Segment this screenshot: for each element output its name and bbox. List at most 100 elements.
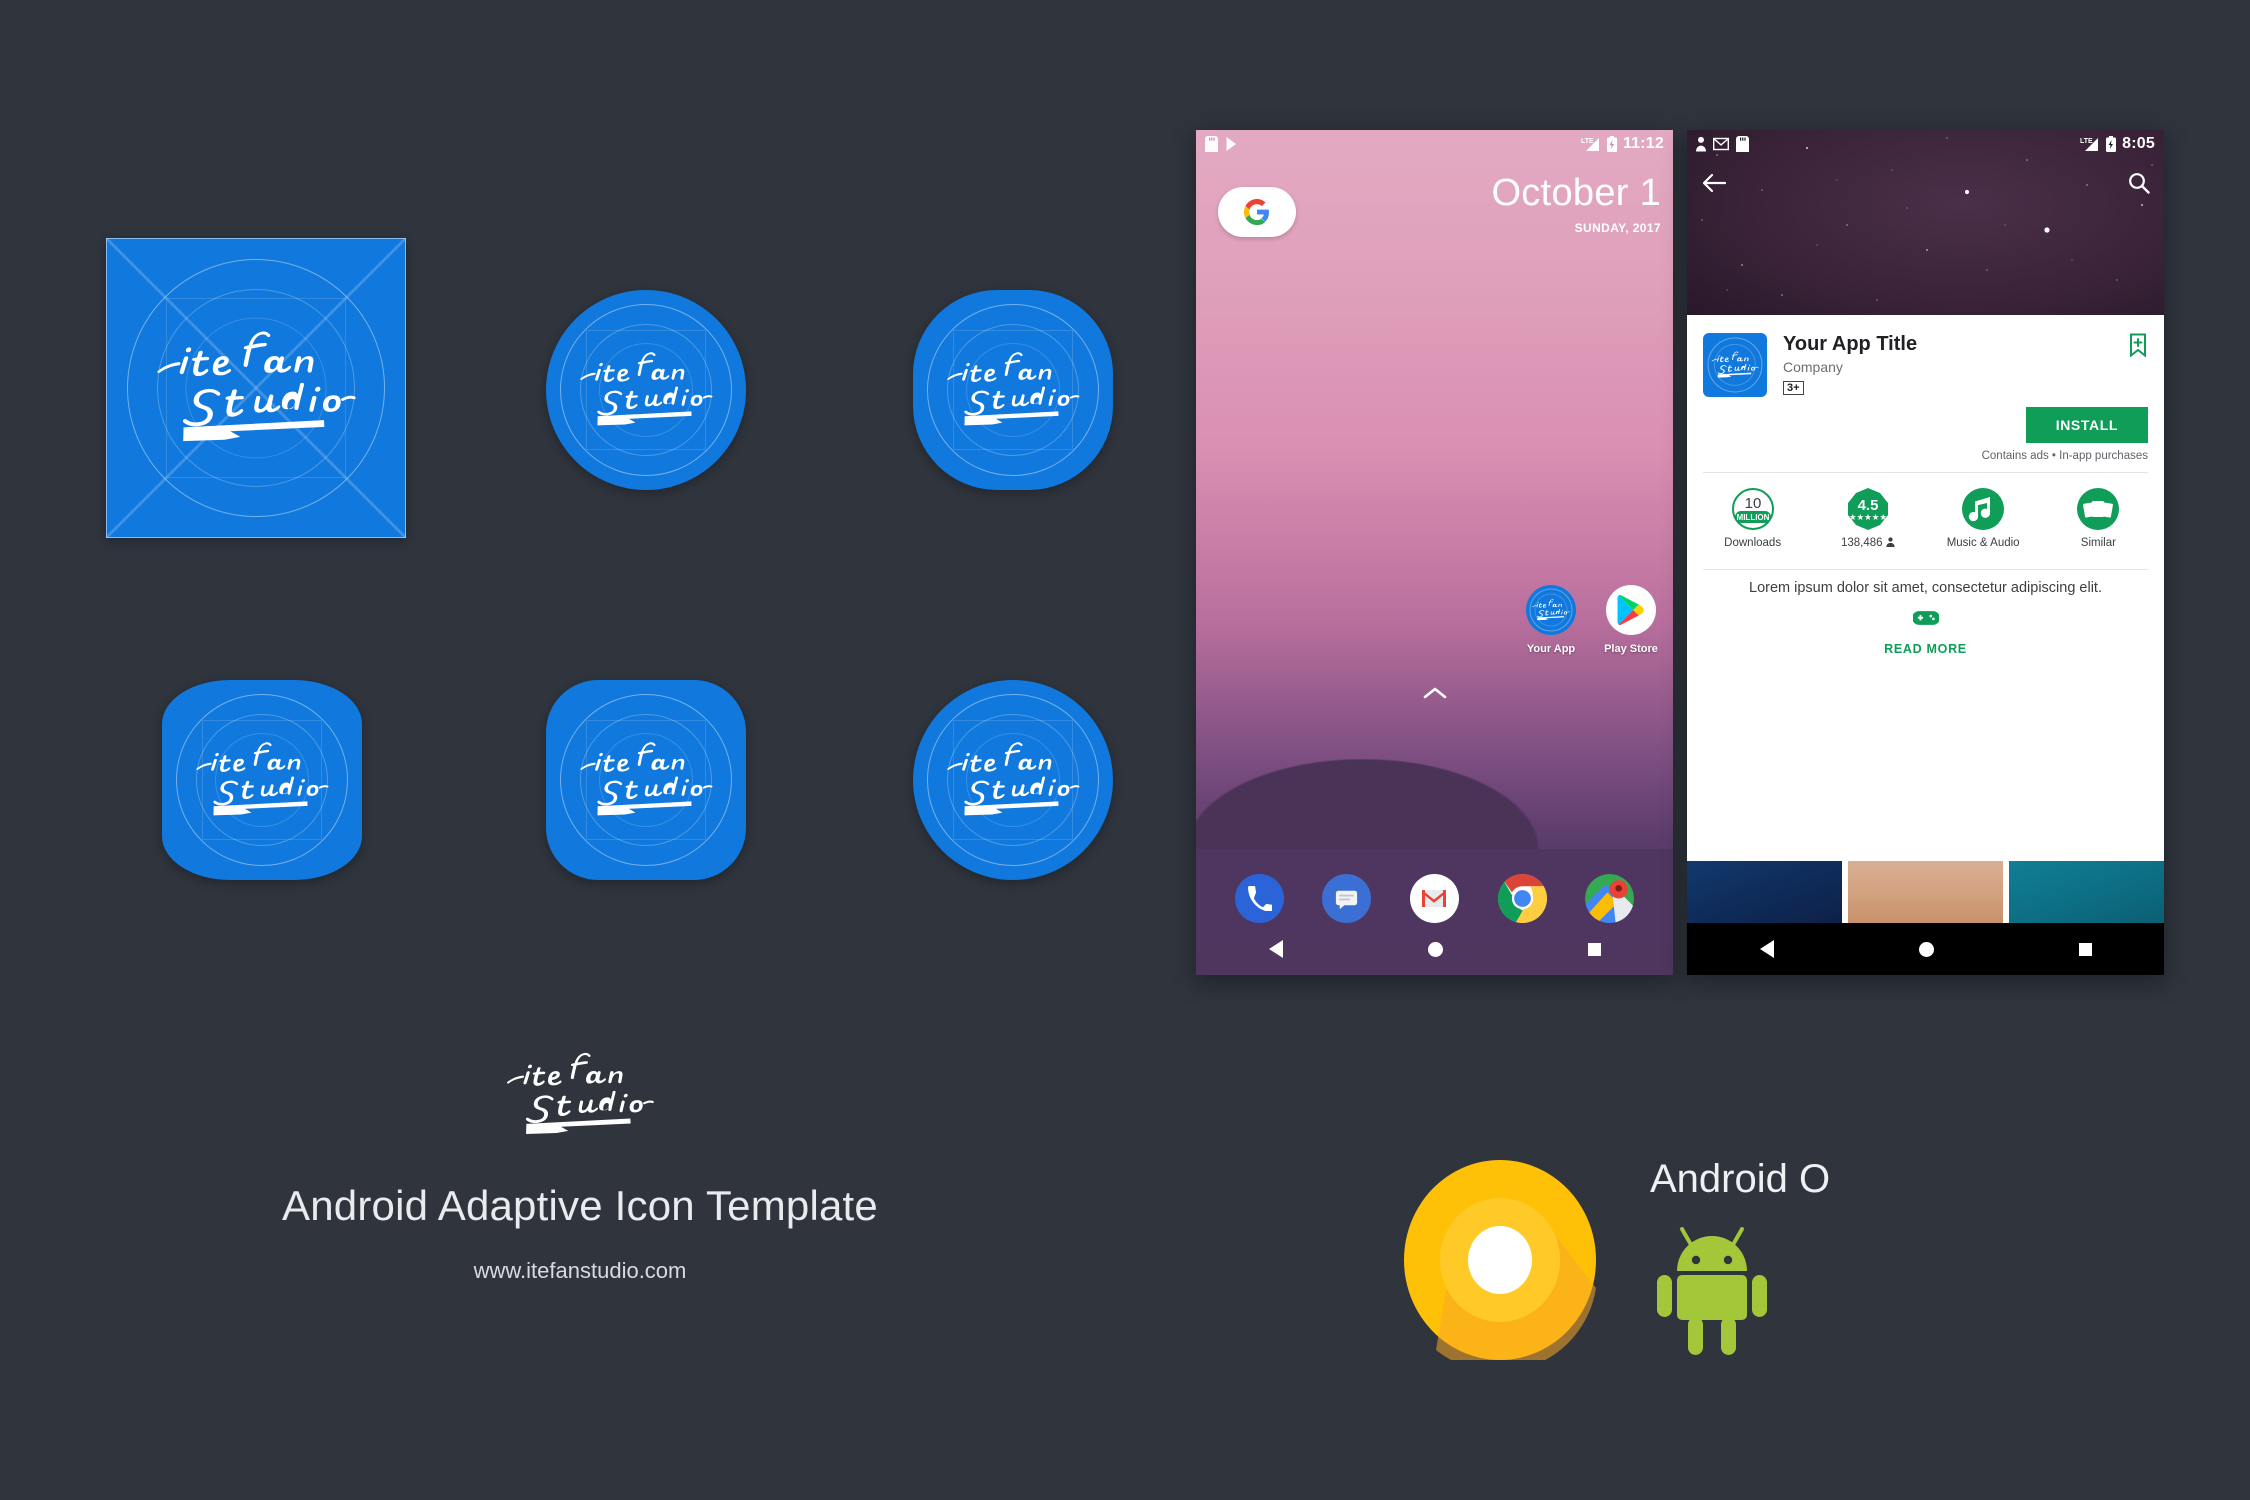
brand-wordmark	[574, 740, 718, 820]
icon-preview-circle	[546, 290, 746, 490]
content-rating-badge: 3+	[1783, 381, 1804, 395]
wallpaper-hill	[1196, 759, 1673, 849]
android-robot-icon	[1652, 1227, 1772, 1362]
app-description: Lorem ipsum dolor sit amet, consectetur …	[1749, 580, 2102, 596]
stat-rating-count: 138,486	[1840, 537, 1883, 549]
app-shortcut-label: Your App	[1526, 643, 1576, 655]
website-url[interactable]: www.itefanstudio.com	[0, 1258, 1160, 1284]
dock	[1196, 874, 1673, 923]
battery-charging-icon	[1606, 135, 1617, 152]
app-developer[interactable]: Company	[1783, 359, 1917, 375]
app-shortcut-your-app[interactable]: Your App	[1523, 585, 1579, 655]
stat-downloads-unit: MILLION	[1736, 513, 1769, 522]
stat-downloads-caption: Downloads	[1724, 537, 1782, 549]
android-o-label: Android O	[1650, 1157, 1831, 1201]
recents-button[interactable]	[2078, 942, 2092, 956]
status-bar: LTE 11:12	[1196, 130, 1673, 157]
navigation-bar	[1687, 923, 2164, 975]
install-row: INSTALL Contains ads • In-app purchases	[1687, 397, 2164, 462]
status-bar-clock: 11:12	[1622, 134, 1664, 152]
brand-wordmark	[574, 350, 718, 430]
stat-category[interactable]: Music & Audio	[1926, 485, 2041, 549]
stat-category-caption: Music & Audio	[1946, 537, 2020, 549]
person-icon	[1696, 136, 1706, 151]
recents-button[interactable]	[1587, 942, 1601, 956]
play-store-icon	[1226, 136, 1236, 151]
gmail-icon[interactable]	[1409, 874, 1459, 923]
screenshot-strip[interactable]	[1687, 861, 2164, 923]
svg-text:★★★★★: ★★★★★	[1849, 513, 1887, 523]
signal-lte-icon: LTE	[1581, 137, 1599, 151]
stat-similar[interactable]: Similar	[2041, 485, 2156, 549]
search-icon[interactable]	[2128, 172, 2150, 194]
read-more-link[interactable]: READ MORE	[1687, 642, 2164, 656]
status-bar-clock: 8:05	[2122, 134, 2155, 152]
icon-preview-rounded-rectangle	[546, 680, 746, 880]
svg-text:LTE: LTE	[2080, 138, 2093, 145]
back-button[interactable]	[1759, 940, 1774, 958]
stat-similar-caption: Similar	[2080, 537, 2116, 549]
screenshot-ocean[interactable]	[2009, 861, 2164, 923]
app-stats-row: 10 MILLION Downloads 4.5 ★★★★★ 138,486 M…	[1687, 473, 2164, 559]
brand-wordmark	[941, 740, 1085, 820]
gmail-icon	[1713, 137, 1729, 150]
gamepad-icon	[1687, 609, 2164, 632]
home-app-shortcuts: Your App Play Store	[1523, 585, 1659, 655]
phone-icon[interactable]	[1234, 874, 1284, 923]
home-screen-mockup: LTE 11:12 October 1 SUNDAY, 2017 Your Ap…	[1196, 130, 1673, 975]
maps-icon[interactable]	[1585, 874, 1635, 923]
battery-charging-icon	[2106, 135, 2117, 152]
back-arrow-icon[interactable]	[1701, 172, 1727, 194]
app-title: Your App Title	[1783, 333, 1918, 355]
stat-rating[interactable]: 4.5 ★★★★★ 138,486	[1810, 485, 1925, 549]
install-button[interactable]: INSTALL	[2025, 407, 2148, 443]
app-header-row: Your App Title Company 3+	[1687, 315, 2164, 397]
page-title: Android Adaptive Icon Template	[282, 1182, 878, 1230]
play-store-mockup: LTE 8:05 Your App Title Company 3+ INSTA…	[1687, 130, 2164, 975]
home-button[interactable]	[1918, 941, 1934, 957]
date-primary: October 1	[1491, 172, 1661, 214]
app-icon	[1703, 333, 1767, 397]
sd-card-icon	[1205, 135, 1218, 152]
date-widget: October 1 SUNDAY, 2017	[1491, 174, 1661, 235]
icon-preview-rounded-square	[913, 290, 1113, 490]
back-button[interactable]	[1268, 940, 1283, 958]
play-store-icon	[1606, 585, 1656, 635]
app-shortcut-play-store[interactable]: Play Store	[1603, 585, 1659, 655]
messages-icon[interactable]	[1322, 874, 1372, 923]
date-secondary: SUNDAY, 2017	[1574, 221, 1661, 235]
google-g-icon	[1244, 199, 1269, 225]
person-icon	[1886, 537, 1895, 547]
itefan-studio-logo	[500, 1050, 660, 1144]
android-oreo-logo	[1400, 1160, 1600, 1372]
screenshot-sand-dune[interactable]	[1848, 861, 2003, 923]
screenshot-night-sky[interactable]	[1687, 861, 1842, 923]
ads-disclosure: Contains ads • In-app purchases	[1981, 450, 2148, 462]
signal-lte-icon: LTE	[2080, 137, 2099, 151]
app-shortcut-label: Play Store	[1604, 643, 1658, 655]
app-detail-panel: Your App Title Company 3+ INSTALL Contai…	[1687, 315, 2164, 975]
app-hero-image: LTE 8:05	[1687, 130, 2164, 315]
footer-branding: Android Adaptive Icon Template www.itefa…	[0, 1050, 1160, 1284]
stat-downloads-value: 10	[1744, 495, 1761, 512]
android-o-branding: Android O	[1400, 1155, 2190, 1405]
icon-preview-teardrop	[913, 680, 1113, 880]
chevron-up-icon[interactable]	[1423, 686, 1447, 705]
chrome-icon[interactable]	[1497, 874, 1547, 923]
svg-text:LTE: LTE	[1581, 138, 1594, 145]
navigation-bar	[1196, 923, 1673, 975]
icon-preview-full-bleed-square	[106, 238, 406, 538]
brand-wordmark	[941, 350, 1085, 430]
stat-downloads[interactable]: 10 MILLION Downloads	[1695, 485, 1810, 549]
brand-wordmark	[190, 740, 334, 820]
sd-card-icon	[1736, 135, 1749, 152]
stat-rating-value: 4.5	[1857, 497, 1878, 514]
action-bar	[1687, 163, 2164, 203]
add-to-wishlist-icon[interactable]	[2128, 333, 2148, 362]
google-search-widget[interactable]	[1218, 187, 1296, 237]
your-app-icon	[1526, 585, 1576, 635]
icon-preview-squircle	[162, 680, 362, 880]
adaptive-icon-shape-grid	[0, 0, 1160, 1020]
home-button[interactable]	[1427, 941, 1443, 957]
status-bar: LTE 8:05	[1687, 130, 2164, 157]
